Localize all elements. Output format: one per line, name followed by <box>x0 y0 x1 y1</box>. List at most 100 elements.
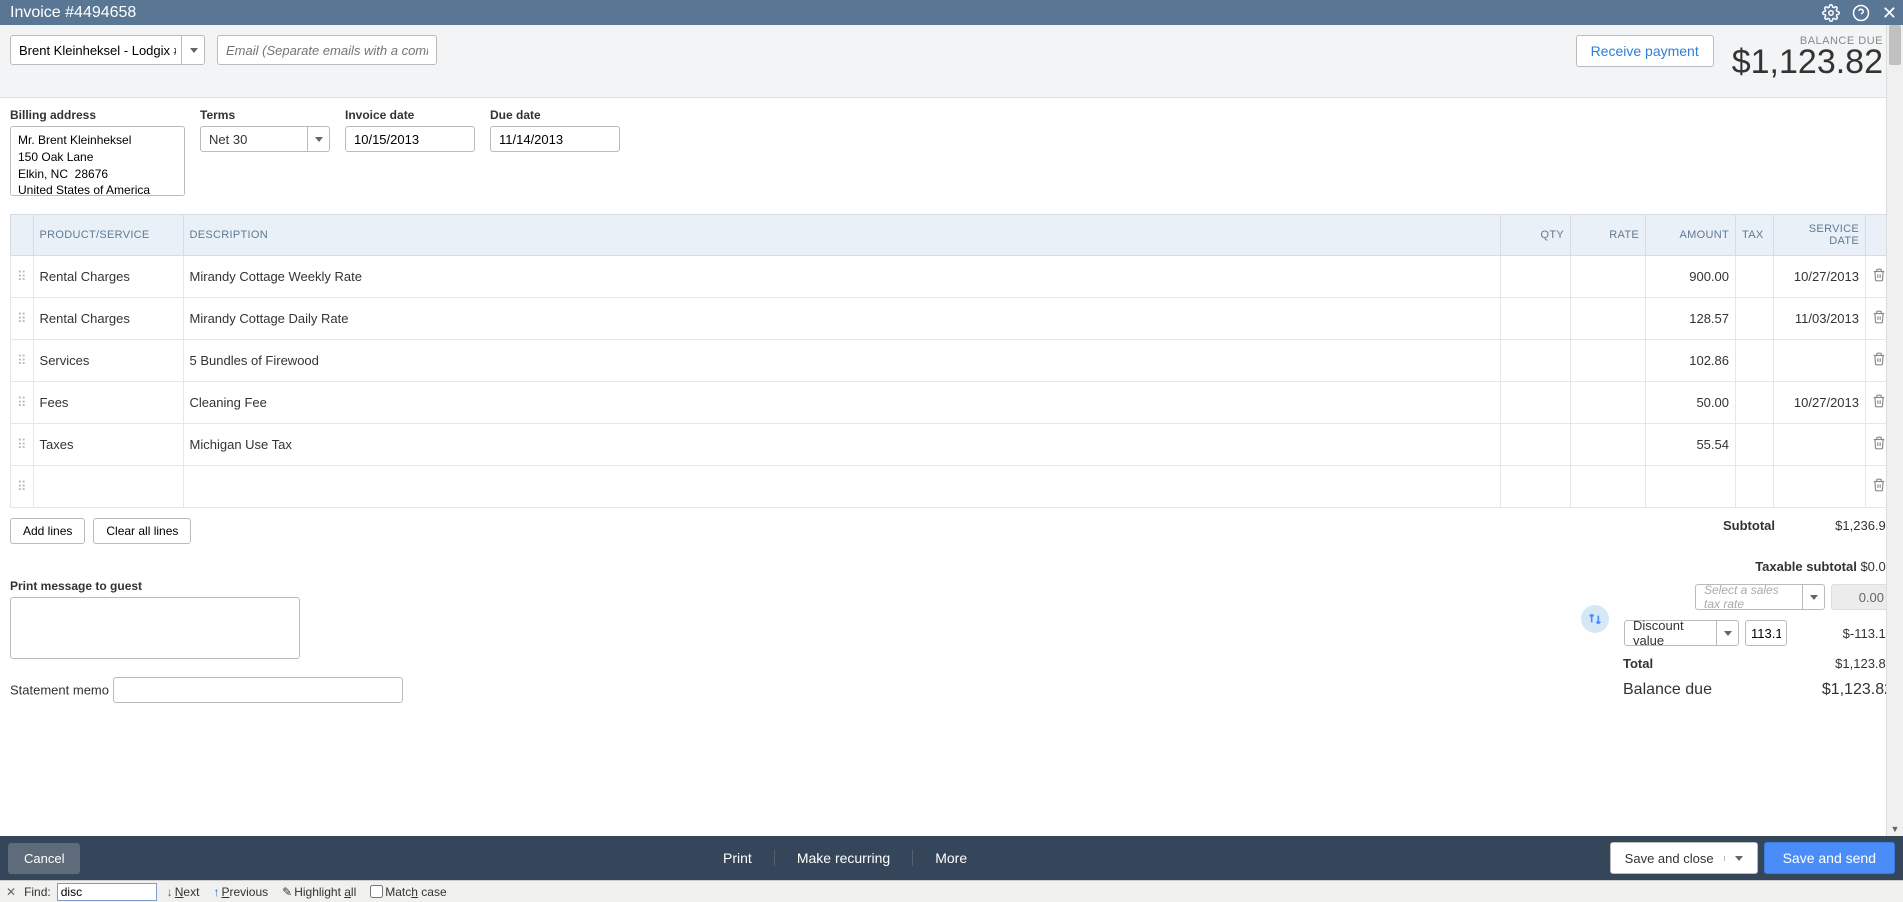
find-previous-button[interactable]: ↑ Previous <box>209 885 272 899</box>
cell-rate[interactable] <box>1571 382 1646 424</box>
table-row[interactable]: ⠿TaxesMichigan Use Tax 55.54 <box>11 424 1893 466</box>
cell-service-date[interactable] <box>1774 424 1866 466</box>
drag-handle-icon[interactable]: ⠿ <box>11 466 34 508</box>
cell-amount[interactable]: 55.54 <box>1646 424 1736 466</box>
trash-icon[interactable] <box>1872 309 1886 325</box>
clear-all-lines-button[interactable]: Clear all lines <box>93 518 191 544</box>
cell-tax[interactable] <box>1736 256 1774 298</box>
cell-description[interactable] <box>183 466 1500 508</box>
cell-rate[interactable] <box>1571 340 1646 382</box>
cell-tax[interactable] <box>1736 424 1774 466</box>
gear-icon[interactable] <box>1822 4 1840 22</box>
cell-description[interactable]: Mirandy Cottage Daily Rate <box>183 298 1500 340</box>
save-and-send-button[interactable]: Save and send <box>1764 842 1895 874</box>
cell-rate[interactable] <box>1571 298 1646 340</box>
more-link[interactable]: More <box>913 850 989 866</box>
cell-qty[interactable] <box>1501 298 1571 340</box>
find-next-button[interactable]: ↓ Next <box>163 885 204 899</box>
trash-icon[interactable] <box>1872 435 1886 451</box>
scroll-down-icon[interactable]: ▼ <box>1889 821 1901 836</box>
discount-value-input[interactable] <box>1745 620 1787 646</box>
customer-input[interactable] <box>10 35 205 65</box>
cell-qty[interactable] <box>1501 424 1571 466</box>
drag-handle-icon[interactable]: ⠿ <box>11 298 34 340</box>
print-message-field[interactable] <box>10 597 300 659</box>
scroll-thumb[interactable] <box>1889 25 1901 65</box>
cell-description[interactable]: Michigan Use Tax <box>183 424 1500 466</box>
receive-payment-button[interactable]: Receive payment <box>1576 35 1714 67</box>
close-icon[interactable]: ✕ <box>1882 4 1897 22</box>
cell-tax[interactable] <box>1736 298 1774 340</box>
table-row[interactable]: ⠿Services5 Bundles of Firewood 102.86 <box>11 340 1893 382</box>
table-row[interactable]: ⠿FeesCleaning Fee 50.00 10/27/2013 <box>11 382 1893 424</box>
trash-icon[interactable] <box>1872 267 1886 283</box>
find-input[interactable] <box>57 883 157 901</box>
billing-address-field[interactable] <box>10 126 185 196</box>
statement-memo-field[interactable] <box>113 677 403 703</box>
cell-product[interactable]: Taxes <box>33 424 183 466</box>
trash-icon[interactable] <box>1872 351 1886 367</box>
cell-amount[interactable]: 50.00 <box>1646 382 1736 424</box>
highlight-all-button[interactable]: ✎ Highlight all <box>278 885 360 899</box>
cancel-button[interactable]: Cancel <box>8 843 80 874</box>
cell-service-date[interactable] <box>1774 340 1866 382</box>
cell-qty[interactable] <box>1501 256 1571 298</box>
cell-amount[interactable] <box>1646 466 1736 508</box>
chevron-down-icon[interactable] <box>307 127 329 151</box>
table-row[interactable]: ⠿ <box>11 466 1893 508</box>
chevron-down-icon[interactable] <box>1724 856 1743 861</box>
print-link[interactable]: Print <box>701 850 775 866</box>
cell-product[interactable]: Rental Charges <box>33 256 183 298</box>
cell-rate[interactable] <box>1571 256 1646 298</box>
drag-handle-icon[interactable]: ⠿ <box>11 382 34 424</box>
cell-rate[interactable] <box>1571 466 1646 508</box>
help-icon[interactable] <box>1852 4 1870 22</box>
cell-description[interactable]: Mirandy Cottage Weekly Rate <box>183 256 1500 298</box>
trash-icon[interactable] <box>1872 393 1886 409</box>
cell-tax[interactable] <box>1736 340 1774 382</box>
cell-product[interactable]: Rental Charges <box>33 298 183 340</box>
invoice-date-field[interactable] <box>345 126 475 152</box>
close-find-icon[interactable]: ✕ <box>4 885 18 899</box>
balance-due-amount: $1,123.82 <box>1732 45 1883 79</box>
cell-tax[interactable] <box>1736 382 1774 424</box>
due-date-field[interactable] <box>490 126 620 152</box>
chevron-down-icon[interactable] <box>1802 585 1824 609</box>
cell-product[interactable]: Fees <box>33 382 183 424</box>
drag-handle-icon[interactable]: ⠿ <box>11 424 34 466</box>
cell-service-date[interactable]: 11/03/2013 <box>1774 298 1866 340</box>
cell-amount[interactable]: 128.57 <box>1646 298 1736 340</box>
discount-type-select[interactable]: Discount value <box>1624 620 1739 646</box>
cell-qty[interactable] <box>1501 466 1571 508</box>
cell-rate[interactable] <box>1571 424 1646 466</box>
swap-icon[interactable] <box>1581 605 1609 633</box>
cell-qty[interactable] <box>1501 382 1571 424</box>
table-row[interactable]: ⠿Rental ChargesMirandy Cottage Weekly Ra… <box>11 256 1893 298</box>
save-and-close-button[interactable]: Save and close <box>1610 842 1758 874</box>
email-input[interactable] <box>217 35 437 65</box>
cell-qty[interactable] <box>1501 340 1571 382</box>
vertical-scrollbar[interactable]: ▲ ▼ <box>1886 25 1903 836</box>
match-case-checkbox[interactable]: Match case <box>366 885 450 899</box>
cell-service-date[interactable]: 10/27/2013 <box>1774 256 1866 298</box>
cell-description[interactable]: Cleaning Fee <box>183 382 1500 424</box>
add-lines-button[interactable]: Add lines <box>10 518 85 544</box>
cell-amount[interactable]: 900.00 <box>1646 256 1736 298</box>
cell-description[interactable]: 5 Bundles of Firewood <box>183 340 1500 382</box>
cell-product[interactable]: Services <box>33 340 183 382</box>
terms-select[interactable]: Net 30 <box>200 126 330 152</box>
tax-rate-select[interactable]: Select a sales tax rate <box>1695 584 1825 610</box>
customer-select[interactable] <box>10 35 205 65</box>
cell-service-date[interactable]: 10/27/2013 <box>1774 382 1866 424</box>
trash-icon[interactable] <box>1872 477 1886 493</box>
cell-service-date[interactable] <box>1774 466 1866 508</box>
cell-product[interactable] <box>33 466 183 508</box>
make-recurring-link[interactable]: Make recurring <box>775 850 913 866</box>
chevron-down-icon[interactable] <box>1716 621 1738 645</box>
drag-handle-icon[interactable]: ⠿ <box>11 256 34 298</box>
cell-tax[interactable] <box>1736 466 1774 508</box>
table-row[interactable]: ⠿Rental ChargesMirandy Cottage Daily Rat… <box>11 298 1893 340</box>
drag-handle-icon[interactable]: ⠿ <box>11 340 34 382</box>
cell-amount[interactable]: 102.86 <box>1646 340 1736 382</box>
chevron-down-icon[interactable] <box>181 35 205 65</box>
